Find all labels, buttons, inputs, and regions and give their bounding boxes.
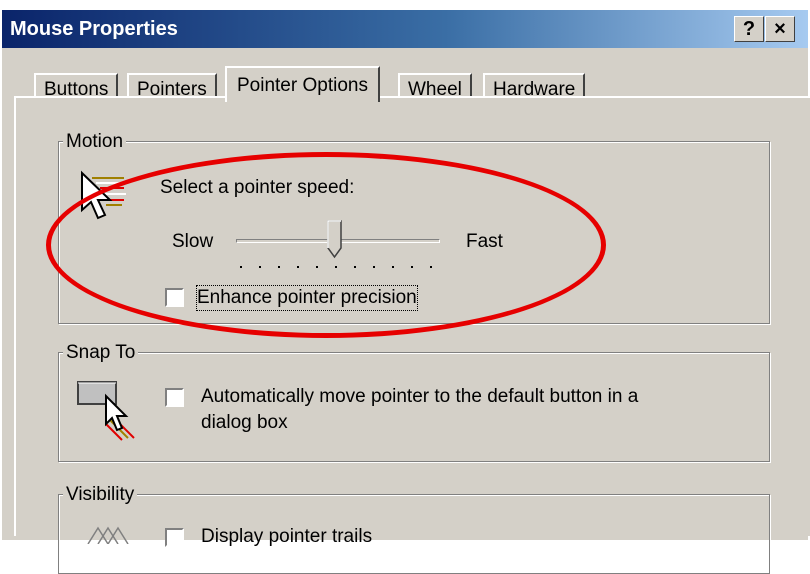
enhance-precision-checkbox[interactable] bbox=[165, 288, 184, 307]
speed-tick bbox=[335, 266, 337, 268]
visibility-group-label: Visibility bbox=[63, 484, 138, 506]
speed-tick bbox=[373, 266, 375, 268]
speed-tick bbox=[297, 266, 299, 268]
motion-group-label: Motion bbox=[63, 131, 127, 153]
speed-tick bbox=[354, 266, 356, 268]
pointer-speed-slider[interactable] bbox=[327, 220, 343, 260]
speed-tick bbox=[411, 266, 413, 268]
snap-to-checkbox[interactable] bbox=[165, 388, 184, 407]
speed-tick bbox=[430, 266, 432, 268]
speed-tick bbox=[392, 266, 394, 268]
snap-to-button-icon bbox=[77, 381, 135, 441]
pointer-trails-label[interactable]: Display pointer trails bbox=[201, 525, 372, 549]
enhance-precision-label[interactable]: Enhance pointer precision bbox=[196, 285, 418, 311]
speed-tick bbox=[240, 266, 242, 268]
speed-tick bbox=[259, 266, 261, 268]
speed-tick bbox=[278, 266, 280, 268]
speed-tick bbox=[316, 266, 318, 268]
slow-label: Slow bbox=[172, 231, 214, 252]
snap-to-label-line2[interactable]: dialog box bbox=[201, 411, 288, 435]
pointer-trails-icon bbox=[87, 526, 129, 544]
pointer-speed-prompt: Select a pointer speed: bbox=[160, 177, 355, 198]
pointer-trails-checkbox[interactable] bbox=[165, 528, 184, 547]
pointer-speed-icon bbox=[81, 170, 128, 220]
fast-label: Fast bbox=[466, 231, 503, 252]
snap-to-label-line1[interactable]: Automatically move pointer to the defaul… bbox=[201, 385, 638, 409]
snap-to-group-label: Snap To bbox=[63, 342, 139, 364]
